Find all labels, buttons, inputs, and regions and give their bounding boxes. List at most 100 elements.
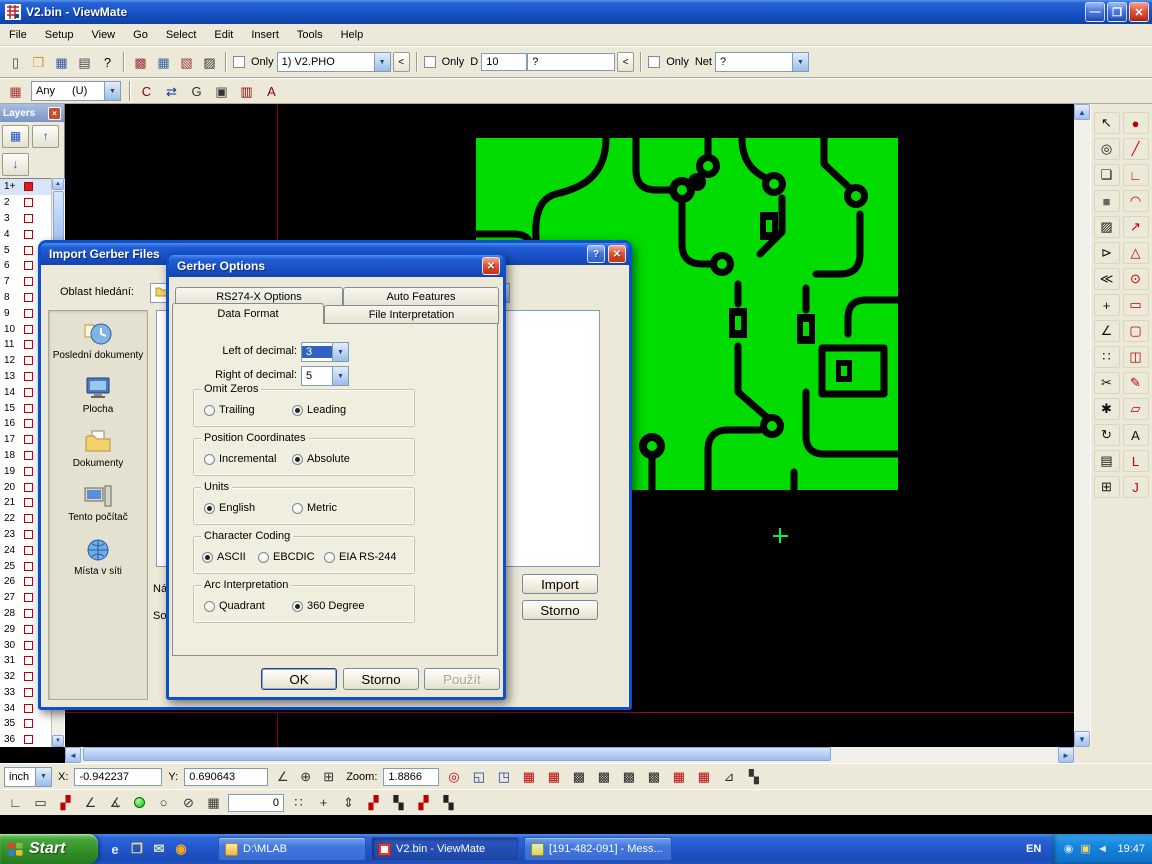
draw-rect-icon[interactable]: ▭ <box>1123 294 1149 316</box>
layer-color-swatch[interactable] <box>24 372 33 381</box>
prev-layer-button[interactable]: < <box>393 52 410 72</box>
board-view-icon[interactable]: ▦ <box>152 51 175 73</box>
task-button-messenger[interactable]: [191-482-091] - Mess... <box>524 837 672 861</box>
grid-dots-icon[interactable]: ∷ <box>1094 346 1120 368</box>
minimize-button[interactable]: — <box>1085 2 1105 22</box>
ruler-icon[interactable]: ▭ <box>29 792 52 814</box>
menu-select[interactable]: Select <box>157 26 206 44</box>
layer-color-swatch[interactable] <box>24 672 33 681</box>
angle-icon[interactable]: ∠ <box>79 792 102 814</box>
zoom-all-icon[interactable]: ◳ <box>492 766 515 788</box>
circle-tool-icon[interactable]: ○ <box>152 792 175 814</box>
layer-color-swatch[interactable] <box>24 483 33 492</box>
help-pointer-icon[interactable]: ? <box>96 51 119 73</box>
radio-icon[interactable] <box>204 503 215 514</box>
scroll-down-icon[interactable] <box>52 735 64 747</box>
pat-dark1-icon[interactable]: ▚ <box>387 792 410 814</box>
place-network[interactable]: Místa v síti <box>52 537 144 577</box>
circle-c-icon[interactable]: C <box>135 80 158 102</box>
layer-color-swatch[interactable] <box>24 609 33 618</box>
layer-color-swatch[interactable] <box>24 546 33 555</box>
draw-triangle-icon[interactable]: △ <box>1123 242 1149 264</box>
ok-button[interactable]: OK <box>261 668 337 690</box>
radio-icon[interactable] <box>292 503 303 514</box>
update-tray-icon[interactable]: ◉ <box>1061 841 1076 857</box>
plot-tool-icon[interactable]: ⊞ <box>1094 476 1120 498</box>
layer-color-swatch[interactable] <box>24 309 33 318</box>
dcode-grid-icon[interactable]: ▦ <box>202 792 225 814</box>
draw-l-icon[interactable]: L <box>1123 450 1149 472</box>
cancel-button[interactable]: Storno <box>343 668 419 690</box>
volume-tray-icon[interactable]: ◄ <box>1095 841 1110 857</box>
open-folder-icon[interactable]: ❒ <box>27 51 50 73</box>
tab-auto-features[interactable]: Auto Features <box>343 287 499 307</box>
horizontal-scrollbar[interactable] <box>65 747 1074 763</box>
place-recent[interactable]: Poslední dokumenty <box>52 321 144 361</box>
triangle-icon[interactable]: ⊿ <box>717 766 740 788</box>
layer-color-swatch[interactable] <box>24 530 33 539</box>
draw-polyline-icon[interactable]: ∟ <box>1123 164 1149 186</box>
draw-arrow-icon[interactable]: ↗ <box>1123 216 1149 238</box>
mask-view-icon[interactable]: ▨ <box>198 51 221 73</box>
radio-ascii[interactable]: ASCII <box>202 551 246 563</box>
layer-color-swatch[interactable] <box>24 261 33 270</box>
messenger-tray-icon[interactable]: ▣ <box>1078 841 1093 857</box>
film-box1-icon[interactable]: ▩ <box>567 766 590 788</box>
menu-tools[interactable]: Tools <box>288 26 332 44</box>
count-field[interactable]: 0 <box>228 794 284 812</box>
layer-color-swatch[interactable] <box>24 593 33 602</box>
layer-color-swatch[interactable] <box>24 277 33 286</box>
text-tool-icon[interactable]: A <box>1123 424 1149 446</box>
film-box4-icon[interactable]: ▩ <box>642 766 665 788</box>
layer-color-swatch[interactable] <box>24 719 33 728</box>
tab-data-format[interactable]: Data Format <box>172 303 324 324</box>
pan-tool-icon[interactable]: + <box>1094 294 1120 316</box>
tab-file-interpretation[interactable]: File Interpretation <box>324 305 499 324</box>
origin-target-icon[interactable]: ⊕ <box>294 766 317 788</box>
layer-color-swatch[interactable] <box>24 230 33 239</box>
mail-quick-icon[interactable]: ✉ <box>149 839 169 859</box>
save-icon[interactable]: ▦ <box>50 51 73 73</box>
layer-color-swatch[interactable] <box>24 356 33 365</box>
apply-button[interactable]: Použít <box>424 668 500 690</box>
probe-icon[interactable]: ⊘ <box>177 792 200 814</box>
layer-color-swatch[interactable] <box>24 641 33 650</box>
draw-target-icon[interactable]: ⊙ <box>1123 268 1149 290</box>
step-pattern-icon[interactable]: ▞ <box>54 792 77 814</box>
updown-icon[interactable]: ⇕ <box>337 792 360 814</box>
close-icon[interactable]: ✕ <box>608 245 626 263</box>
layers-close-icon[interactable]: × <box>48 107 61 120</box>
menu-go[interactable]: Go <box>124 26 157 44</box>
measure-angle-icon[interactable]: ∠ <box>271 766 294 788</box>
draw-j-icon[interactable]: J <box>1123 476 1149 498</box>
radio-english[interactable]: English <box>204 502 255 514</box>
only-dcode-checkbox[interactable] <box>424 56 436 68</box>
film-view-icon[interactable]: ▩ <box>129 51 152 73</box>
move-anchor-icon[interactable]: + <box>312 792 335 814</box>
layers-tool-icon[interactable]: ❏ <box>1094 164 1120 186</box>
layer-down-button[interactable]: ↓ <box>2 153 29 176</box>
print-tool-icon[interactable]: ▤ <box>1094 450 1120 472</box>
vertical-scrollbar[interactable] <box>1074 104 1090 747</box>
layer-color-swatch[interactable] <box>24 435 33 444</box>
left-decimal-combo[interactable]: 3 <box>301 342 349 362</box>
draw-arc-icon[interactable]: ◠ <box>1123 190 1149 212</box>
radio-icon[interactable] <box>292 405 303 416</box>
import-button[interactable]: Import <box>522 574 598 594</box>
menu-insert[interactable]: Insert <box>242 26 288 44</box>
menu-edit[interactable]: Edit <box>205 26 242 44</box>
layer-color-swatch[interactable] <box>24 467 33 476</box>
place-documents[interactable]: Dokumenty <box>52 429 144 469</box>
pat-red2-icon[interactable]: ▞ <box>412 792 435 814</box>
layer-color-swatch[interactable] <box>24 214 33 223</box>
layer-color-swatch[interactable] <box>24 451 33 460</box>
close-icon[interactable]: ✕ <box>482 257 500 275</box>
radio-ebcdic[interactable]: EBCDIC <box>258 551 315 563</box>
mirror-tool-icon[interactable]: ⊳ <box>1094 242 1120 264</box>
draw-pad-icon[interactable]: ● <box>1123 112 1149 134</box>
zoom-select-icon[interactable]: ◎ <box>1094 138 1120 160</box>
right-decimal-combo[interactable]: 5 <box>301 366 349 386</box>
scroll-up-icon[interactable] <box>52 178 64 190</box>
radio-quadrant[interactable]: Quadrant <box>204 600 265 612</box>
grid-table2-icon[interactable]: ▦ <box>692 766 715 788</box>
